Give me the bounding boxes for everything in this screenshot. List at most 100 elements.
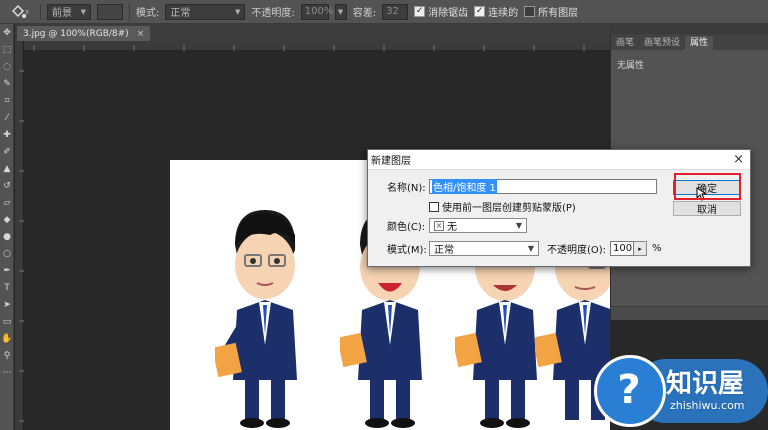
new-layer-dialog: 新建图层 × 名称(N): 色相/饱和度 1 使用前一图层创建剪贴蒙版(P) 颜… [367, 149, 751, 267]
path-select-tool-icon[interactable]: ➤ [0, 296, 14, 313]
chevron-down-icon: ▼ [80, 7, 86, 16]
antialias-checkbox[interactable]: ✓ 消除锯齿 [414, 4, 468, 19]
no-properties-text: 无属性 [617, 61, 645, 71]
chevron-down-icon: ▼ [337, 7, 344, 16]
eraser-tool-icon[interactable]: ▱ [0, 194, 14, 211]
fill-source-value: 前景 [52, 8, 72, 19]
eyedropper-tool-icon[interactable]: ⁄ [0, 109, 14, 126]
chevron-down-icon: ▼ [234, 7, 241, 16]
mode-value: 正常 [170, 8, 191, 19]
lasso-tool-icon[interactable]: ◌ [0, 58, 14, 75]
separator [40, 3, 41, 20]
antialias-label: 消除锯齿 [428, 8, 469, 19]
ruler-ticks [33, 45, 585, 51]
opacity-value: 100 [613, 243, 633, 254]
separator [129, 3, 130, 20]
tools-panel: ✥ ⬚ ◌ ✎ ⌗ ⁄ ✚ ✐ ▲ ↺ ▱ ◆ ● ○ ✒ T ➤ ▭ ✋ ⚲ … [0, 24, 14, 430]
fill-source-select[interactable]: 前景 ▼ [47, 3, 91, 20]
opacity-label: 不透明度(O): [547, 245, 607, 256]
opacity-stepper[interactable]: ▸ [634, 241, 648, 256]
ruler-ticks [19, 70, 24, 422]
close-icon[interactable]: × [137, 29, 145, 39]
tab-properties[interactable]: 属性 [685, 36, 714, 50]
contiguous-checkbox[interactable]: ✓ 连续的 [474, 4, 518, 19]
document-tab[interactable]: 3.jpg @ 100%(RGB/8#) × [17, 26, 151, 41]
color-row: 颜色(C): × 无 ▼ [387, 218, 527, 233]
blend-mode-select[interactable]: 正常 ▼ [429, 241, 539, 256]
mode-label: 模式(M): [387, 245, 427, 256]
zhishiwu-watermark: ? 知识屋 zhishiwu.com [594, 355, 768, 430]
all-layers-label: 所有图层 [538, 8, 579, 19]
opacity-dropdown[interactable]: ▼ [334, 3, 347, 20]
checkmark-icon: ✓ [414, 6, 426, 17]
color-value: 无 [447, 222, 457, 233]
quick-select-tool-icon[interactable]: ✎ [0, 75, 14, 92]
opacity-value: 100% [304, 6, 334, 17]
healing-brush-tool-icon[interactable]: ✚ [0, 126, 14, 143]
layer-name-value: 色相/饱和度 1 [432, 179, 497, 194]
cartoon-figure-image [215, 210, 297, 428]
ok-button-highlight [674, 173, 741, 200]
options-bar: 前景 ▼ 模式: 正常 ▼ 不透明度: 100% ▼ 容差: 32 ✓ 消除锯齿 ✓ 连… [0, 0, 768, 24]
question-mark-icon: ? [617, 367, 641, 413]
tab-brush[interactable]: 画笔 [611, 36, 639, 50]
opacity-unit: % [652, 243, 662, 254]
mode-row: 模式(M): 正常 ▼ 不透明度(O): 100 ▸ % [387, 241, 662, 256]
mode-label: 模式: [136, 8, 160, 19]
vertical-ruler [15, 41, 24, 430]
empty-checkbox-icon [524, 6, 536, 17]
clip-row: 使用前一图层创建剪贴蒙版(P) [429, 199, 576, 214]
panel-footer [611, 306, 768, 320]
dialog-titlebar: 新建图层 × [368, 150, 750, 170]
clone-stamp-tool-icon[interactable]: ▲ [0, 160, 14, 177]
watermark-brand: 知识屋 [666, 369, 745, 399]
clipping-mask-checkbox[interactable] [429, 201, 439, 212]
mode-select[interactable]: 正常 ▼ [165, 3, 246, 20]
pattern-swatch[interactable] [97, 3, 123, 20]
panel-header-strip [610, 24, 768, 34]
panel-tabs: 画笔 画笔预设 属性 [611, 34, 768, 50]
pen-tool-icon[interactable]: ✒ [0, 262, 14, 279]
opacity-input[interactable]: 100 [610, 241, 635, 256]
shape-tool-icon[interactable]: ▭ [0, 313, 14, 330]
more-tools-icon[interactable]: ⋯ [0, 364, 14, 381]
blend-mode-value: 正常 [434, 245, 454, 256]
type-tool-icon[interactable]: T [0, 279, 14, 296]
hand-tool-icon[interactable]: ✋ [0, 330, 14, 347]
close-icon[interactable]: × [733, 152, 744, 167]
contiguous-label: 连续的 [488, 8, 519, 19]
opacity-label: 不透明度: [251, 8, 295, 19]
watermark-domain: zhishiwu.com [670, 399, 745, 412]
layer-name-input[interactable]: 色相/饱和度 1 [429, 179, 657, 194]
brush-tool-icon[interactable]: ✐ [0, 143, 14, 160]
clipping-mask-label: 使用前一图层创建剪贴蒙版(P) [442, 203, 576, 214]
blur-tool-icon[interactable]: ● [0, 228, 14, 245]
tab-brush-presets[interactable]: 画笔预设 [639, 36, 685, 50]
zoom-tool-icon[interactable]: ⚲ [0, 347, 14, 364]
history-brush-tool-icon[interactable]: ↺ [0, 177, 14, 194]
chevron-down-icon: ▼ [515, 221, 522, 230]
cancel-label: 取消 [697, 205, 717, 216]
color-select[interactable]: × 无 ▼ [429, 218, 527, 233]
tolerance-value: 32 [386, 6, 399, 17]
tolerance-input[interactable]: 32 [382, 3, 409, 20]
paint-bucket-preset-icon[interactable] [4, 2, 34, 22]
name-row: 名称(N): 色相/饱和度 1 [387, 179, 657, 194]
move-tool-icon[interactable]: ✥ [0, 24, 14, 41]
color-label: 颜色(C): [387, 222, 426, 233]
crop-tool-icon[interactable]: ⌗ [0, 92, 14, 109]
opacity-input[interactable]: 100% [300, 3, 333, 20]
all-layers-checkbox[interactable]: 所有图层 [524, 4, 578, 19]
paint-bucket-tool-icon[interactable]: ◆ [0, 211, 14, 228]
checkmark-icon: ✓ [474, 6, 486, 17]
no-color-icon: × [434, 220, 444, 231]
dialog-title: 新建图层 [371, 156, 411, 167]
marquee-tool-icon[interactable]: ⬚ [0, 41, 14, 58]
document-tab-bar: 3.jpg @ 100%(RGB/8#) × [15, 24, 610, 41]
tolerance-label: 容差: [352, 8, 377, 19]
dodge-tool-icon[interactable]: ○ [0, 245, 14, 262]
horizontal-ruler [24, 41, 610, 51]
document-tab-title: 3.jpg @ 100%(RGB/8#) [23, 28, 129, 39]
name-label: 名称(N): [387, 183, 426, 194]
cancel-button[interactable]: 取消 [673, 201, 741, 216]
